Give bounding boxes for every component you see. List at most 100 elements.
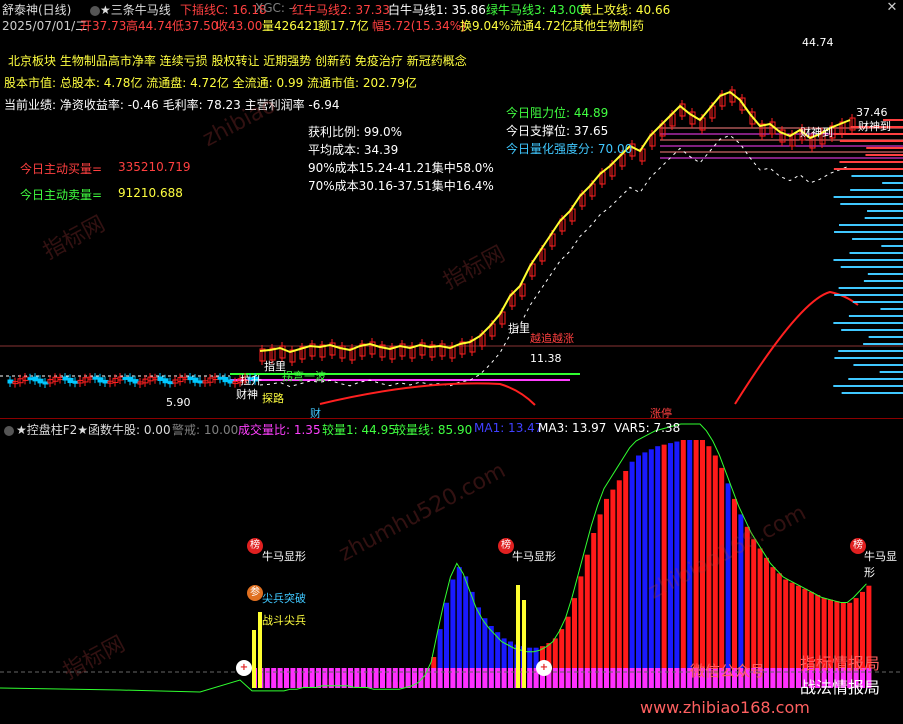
chip-cost70: 70%成本30.16-37.51集中16.4% <box>308 179 494 193</box>
indicator-fn: 函数牛股: 0.00 <box>88 423 171 437</box>
bureau-label: 指标情报局 <box>800 654 881 673</box>
volume-base-bar <box>597 668 603 688</box>
volume-base-bar <box>354 668 360 688</box>
volume-base-bar <box>303 668 309 688</box>
candle <box>32 376 39 382</box>
bang-badge-1: 榜 <box>247 538 263 554</box>
candle <box>67 377 74 384</box>
red-curve-left <box>319 382 536 406</box>
indicator-ma1: MA1: 13.47 <box>474 421 543 435</box>
volume-bar <box>668 443 673 688</box>
candle <box>62 376 69 381</box>
volume-base-bar <box>463 668 469 688</box>
indicator-ma3: MA3: 13.97 <box>538 421 607 435</box>
zhan-label: 战斗尖兵 <box>262 614 306 627</box>
candle <box>227 379 234 384</box>
volume-base-bar <box>322 668 328 688</box>
volume-base-bar <box>296 668 302 688</box>
active-sell-label: 今日主动卖量= <box>20 188 103 202</box>
volume-base-bar <box>552 668 558 688</box>
volume-base-bar <box>360 668 366 688</box>
active-buy-value: 335210.719 <box>118 160 191 174</box>
volume-base-bar <box>482 668 488 688</box>
volume-bar <box>655 446 661 688</box>
volume-base-bar <box>348 668 353 688</box>
volume-base-bar <box>578 668 584 688</box>
candle <box>122 376 129 380</box>
candle <box>217 376 224 380</box>
chip-profit: 获利比例: 99.0% <box>308 125 402 139</box>
volume-base-bar <box>668 668 673 688</box>
indicator-compare-line: 较量线: 85.90 <box>394 423 473 437</box>
indicator-header: ★控盘柱F2★ 函数牛股: 0.00 警戒: 10.00 成交量比: 1.35 … <box>0 420 903 438</box>
volume-base-bar <box>495 668 501 688</box>
volume-bar <box>661 444 667 688</box>
volume-base-bar <box>386 668 392 688</box>
volume-bar <box>604 498 609 688</box>
indicator-vol-ratio: 成交量比: 1.35 <box>238 423 321 437</box>
volume-base-bar <box>431 668 437 688</box>
volume-base-bar <box>469 668 475 688</box>
jian-label: 尖兵突破 <box>262 592 306 605</box>
volume-base-bar <box>623 668 629 688</box>
volume-bar <box>616 480 622 688</box>
volume-base-bar <box>572 668 577 688</box>
active-sell-value: 91210.688 <box>118 186 183 200</box>
volume-base-bar <box>680 668 686 688</box>
volume-base-bar <box>380 668 385 688</box>
price-low-label: 5.90 <box>166 396 191 409</box>
volume-bar <box>597 514 603 688</box>
volume-base-bar <box>770 668 776 688</box>
volume-base-bar <box>559 668 565 688</box>
chip-avg-cost: 平均成本: 34.39 <box>308 143 399 157</box>
resistance-level: 今日阻力位: 44.89 <box>506 106 609 120</box>
volume-base-bar <box>328 668 334 688</box>
volume-base-bar <box>450 668 456 688</box>
volume-base-bar <box>783 668 789 688</box>
volume-base-bar <box>437 668 443 688</box>
indicator-settings-icon[interactable] <box>2 423 16 437</box>
tag-explore: 探路 <box>262 392 284 405</box>
tag-caishen-right-1: 财神到 <box>800 126 833 139</box>
candle <box>72 380 79 384</box>
volume-base-bar <box>642 668 648 688</box>
volume-bar <box>725 483 731 688</box>
volume-base-bar <box>674 668 680 688</box>
volume-base-bar <box>335 668 341 688</box>
panel-divider <box>0 418 903 419</box>
candle <box>157 376 164 381</box>
chip-cost90: 90%成本15.24-41.21集中58.0% <box>308 161 494 175</box>
candle <box>127 376 134 382</box>
volume-bar <box>623 471 629 688</box>
niuma-label-1: 牛马显形 <box>262 550 306 563</box>
tag-lead-2: 指里 <box>508 322 530 335</box>
tag-caishen: 财神 <box>236 388 258 401</box>
signal-bar <box>516 585 520 688</box>
volume-base-bar <box>610 668 616 688</box>
red-curve-right <box>734 290 859 405</box>
volume-base-bar <box>629 668 635 688</box>
volume-bar <box>719 467 725 688</box>
volume-base-bar <box>636 668 641 688</box>
volume-bar <box>610 489 616 688</box>
volume-base-bar <box>616 668 622 688</box>
indicator-var5: VAR5: 7.38 <box>614 421 681 435</box>
volume-base-bar <box>776 668 782 688</box>
candle <box>222 377 229 383</box>
volume-base-bar <box>648 668 654 688</box>
niuma-label-3: 牛马显形 <box>864 550 897 579</box>
volume-base-bar <box>373 668 379 688</box>
candle <box>167 381 174 385</box>
indicator-title[interactable]: ★控盘柱F2★ <box>16 421 88 438</box>
plus-badge-1: + <box>236 660 252 676</box>
volume-base-bar <box>508 668 513 688</box>
candle <box>37 378 44 384</box>
niuma-label-2: 牛马显形 <box>512 550 556 563</box>
candle <box>7 379 14 384</box>
active-buy-label: 今日主动买量= <box>20 162 103 176</box>
volume-base-bar <box>604 668 609 688</box>
volume-base-bar <box>392 668 398 688</box>
volume-bar <box>648 449 654 688</box>
volume-base-bar <box>367 668 373 688</box>
volume-bar <box>591 533 597 688</box>
